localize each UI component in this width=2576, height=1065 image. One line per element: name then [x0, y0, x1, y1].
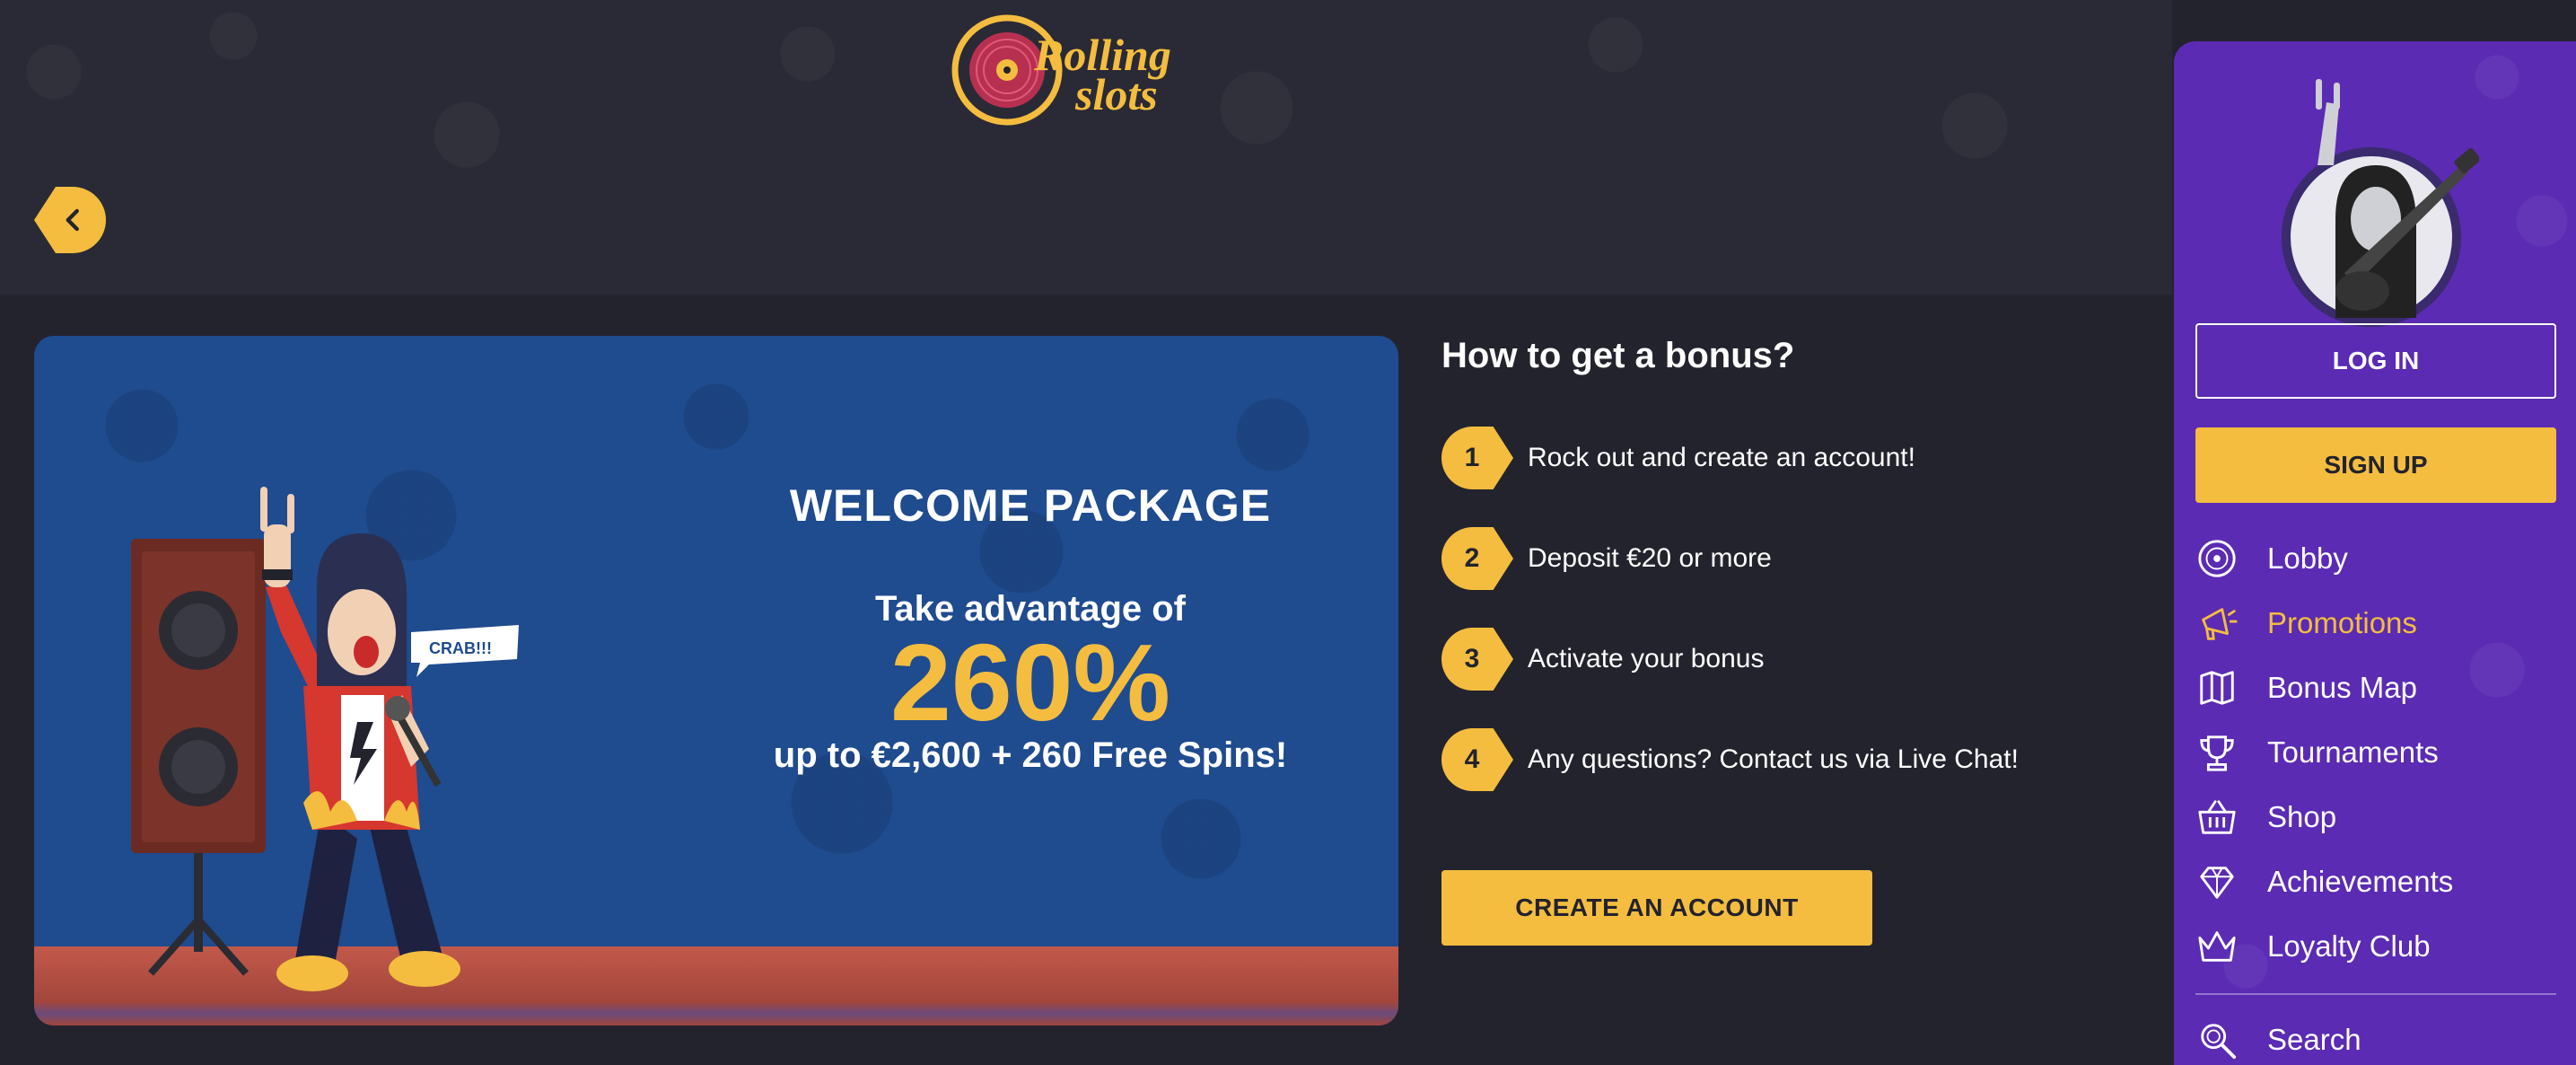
trophy-icon — [2195, 731, 2239, 774]
svg-text:CRAB!!!: CRAB!!! — [429, 639, 492, 657]
step-number-badge: 1 — [1441, 427, 1513, 489]
sidebar-item-label: Search — [2267, 1023, 2361, 1056]
bonus-step: 1 Rock out and create an account! — [1441, 427, 2124, 489]
bonus-step: 3 Activate your bonus — [1441, 628, 2124, 691]
step-text: Rock out and create an account! — [1528, 443, 1915, 472]
create-account-button[interactable]: CREATE AN ACCOUNT — [1441, 870, 1872, 946]
sidebar-item-tournaments[interactable]: Tournaments — [2195, 720, 2556, 785]
sidebar-item-shop[interactable]: Shop — [2195, 785, 2556, 849]
banner-title: WELCOME PACKAGE — [789, 480, 1272, 531]
sidebar-item-search[interactable]: Search — [2195, 1008, 2556, 1065]
step-number-badge: 2 — [1441, 527, 1513, 590]
sidebar-item-loyalty-club[interactable]: Loyalty Club — [2195, 914, 2556, 979]
sidebar-item-bonus-map[interactable]: Bonus Map — [2195, 656, 2556, 720]
bonus-step: 4 Any questions? Contact us via Live Cha… — [1441, 728, 2124, 791]
sidebar-divider — [2195, 993, 2556, 995]
map-icon — [2195, 666, 2239, 709]
sidebar: LOG IN SIGN UP Lobby Promotions Bonus Ma… — [2174, 41, 2576, 1065]
sidebar-item-label: Loyalty Club — [2267, 929, 2431, 963]
signup-button[interactable]: SIGN UP — [2195, 427, 2556, 503]
sidebar-item-achievements[interactable]: Achievements — [2195, 849, 2556, 914]
sidebar-item-label: Achievements — [2267, 865, 2454, 898]
basket-icon — [2195, 796, 2239, 839]
sidebar-item-label: Shop — [2267, 800, 2337, 833]
banner-offer: up to €2,600 + 260 Free Spins! — [773, 735, 1288, 775]
sidebar-item-promotions[interactable]: Promotions — [2195, 591, 2556, 656]
rolling-slots-logo[interactable]: Rolling slots — [951, 5, 1203, 128]
diamond-icon — [2195, 860, 2239, 903]
chevron-left-icon — [66, 208, 79, 232]
sidebar-item-lobby[interactable]: Lobby — [2195, 526, 2556, 591]
step-number-badge: 3 — [1441, 628, 1513, 691]
sidebar-nav: Lobby Promotions Bonus Map Tournaments S… — [2195, 526, 2556, 1065]
megaphone-icon — [2195, 602, 2239, 645]
step-number-badge: 4 — [1441, 728, 1513, 791]
bonus-steps-section: How to get a bonus? 1 Rock out and creat… — [1441, 336, 2124, 946]
svg-text:slots: slots — [1074, 69, 1158, 119]
sidebar-item-label: Lobby — [2267, 541, 2348, 575]
crown-icon — [2195, 925, 2239, 968]
bonus-steps-list: 1 Rock out and create an account! 2 Depo… — [1441, 427, 2124, 791]
welcome-package-banner[interactable]: CRAB!!! WELCOME PACKAGE Take advantage o… — [34, 336, 1398, 1025]
banner-percent: 260% — [889, 621, 1171, 744]
sidebar-item-label: Bonus Map — [2267, 671, 2417, 704]
bonus-title: How to get a bonus? — [1441, 336, 1795, 375]
step-text: Any questions? Contact us via Live Chat! — [1528, 744, 2019, 774]
search-icon — [2195, 1018, 2239, 1061]
vinyl-record-icon — [2195, 537, 2239, 580]
step-text: Activate your bonus — [1528, 644, 1765, 673]
rocker-singer-illustration: CRAB!!! — [131, 487, 519, 991]
step-text: Deposit €20 or more — [1528, 543, 1772, 573]
sidebar-item-label: Promotions — [2267, 606, 2417, 639]
bonus-step: 2 Deposit €20 or more — [1441, 527, 2124, 590]
sidebar-item-label: Tournaments — [2267, 735, 2439, 769]
login-button[interactable]: LOG IN — [2195, 323, 2556, 399]
guest-avatar[interactable] — [2264, 66, 2479, 354]
